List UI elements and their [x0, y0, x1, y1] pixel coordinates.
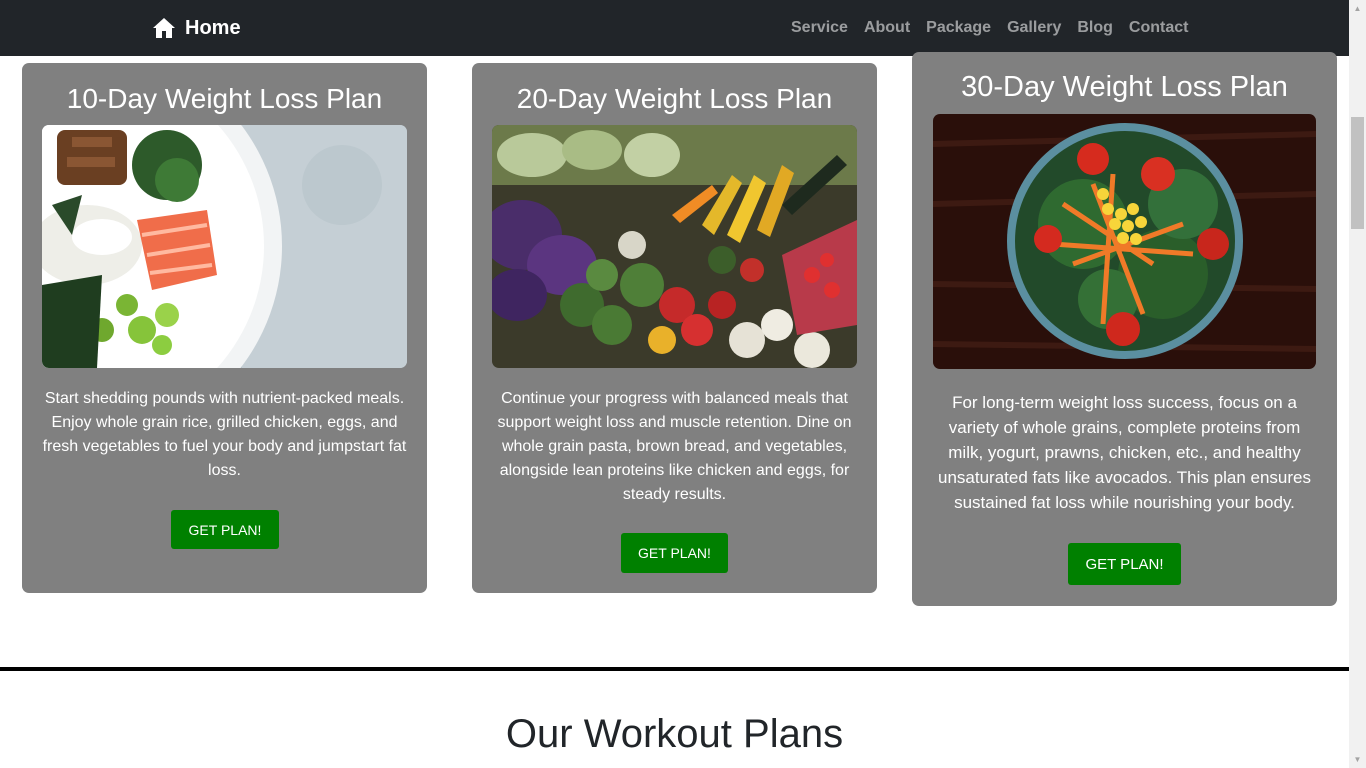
plan-title: 30-Day Weight Loss Plan [961, 71, 1288, 103]
salmon-rice-bowl-photo [42, 125, 407, 368]
get-plan-button[interactable]: GET PLAN! [1068, 543, 1181, 585]
plan-title: 20-Day Weight Loss Plan [516, 83, 833, 114]
scroll-down-arrow-icon[interactable]: ▼ [1349, 751, 1366, 768]
nav-link-about[interactable]: About [856, 19, 918, 37]
plan-card-20-day: 20-Day Weight Loss Plan Continue your pr… [472, 63, 877, 593]
plan-card-10-day: 10-Day Weight Loss Plan Start shedding p… [22, 63, 427, 593]
scrollbar-thumb[interactable] [1351, 117, 1364, 229]
plan-description: Start shedding pounds with nutrient-pack… [42, 390, 407, 479]
plan-description: For long-term weight loss success, focus… [938, 393, 1311, 512]
nav-links: Service About Package Gallery Blog Conta… [783, 0, 1196, 56]
home-icon [153, 18, 175, 38]
navbar: Home Service About Package Gallery Blog … [0, 0, 1349, 56]
get-plan-button[interactable]: GET PLAN! [171, 510, 279, 549]
nav-link-blog[interactable]: Blog [1069, 19, 1121, 37]
plan-title: 10-Day Weight Loss Plan [66, 83, 383, 114]
nav-link-service[interactable]: Service [783, 19, 856, 37]
vegetable-market-photo [492, 125, 857, 368]
brand-home-link[interactable]: Home [152, 15, 241, 41]
brand-label: Home [185, 16, 241, 39]
scroll-up-arrow-icon[interactable]: ▲ [1349, 0, 1366, 17]
nav-link-package[interactable]: Package [918, 19, 999, 37]
nav-link-contact[interactable]: Contact [1121, 19, 1197, 37]
plan-card-30-day: 30-Day Weight Loss Plan For long-term we… [912, 52, 1337, 606]
page-scrollbar[interactable]: ▲ ▼ [1349, 0, 1366, 768]
salad-bowl-photo [933, 114, 1316, 369]
plan-description: Continue your progress with balanced mea… [497, 390, 852, 503]
section-divider [0, 667, 1349, 671]
get-plan-button[interactable]: GET PLAN! [621, 533, 728, 573]
nav-link-gallery[interactable]: Gallery [999, 19, 1069, 37]
workout-section-title: Our Workout Plans [505, 712, 844, 756]
